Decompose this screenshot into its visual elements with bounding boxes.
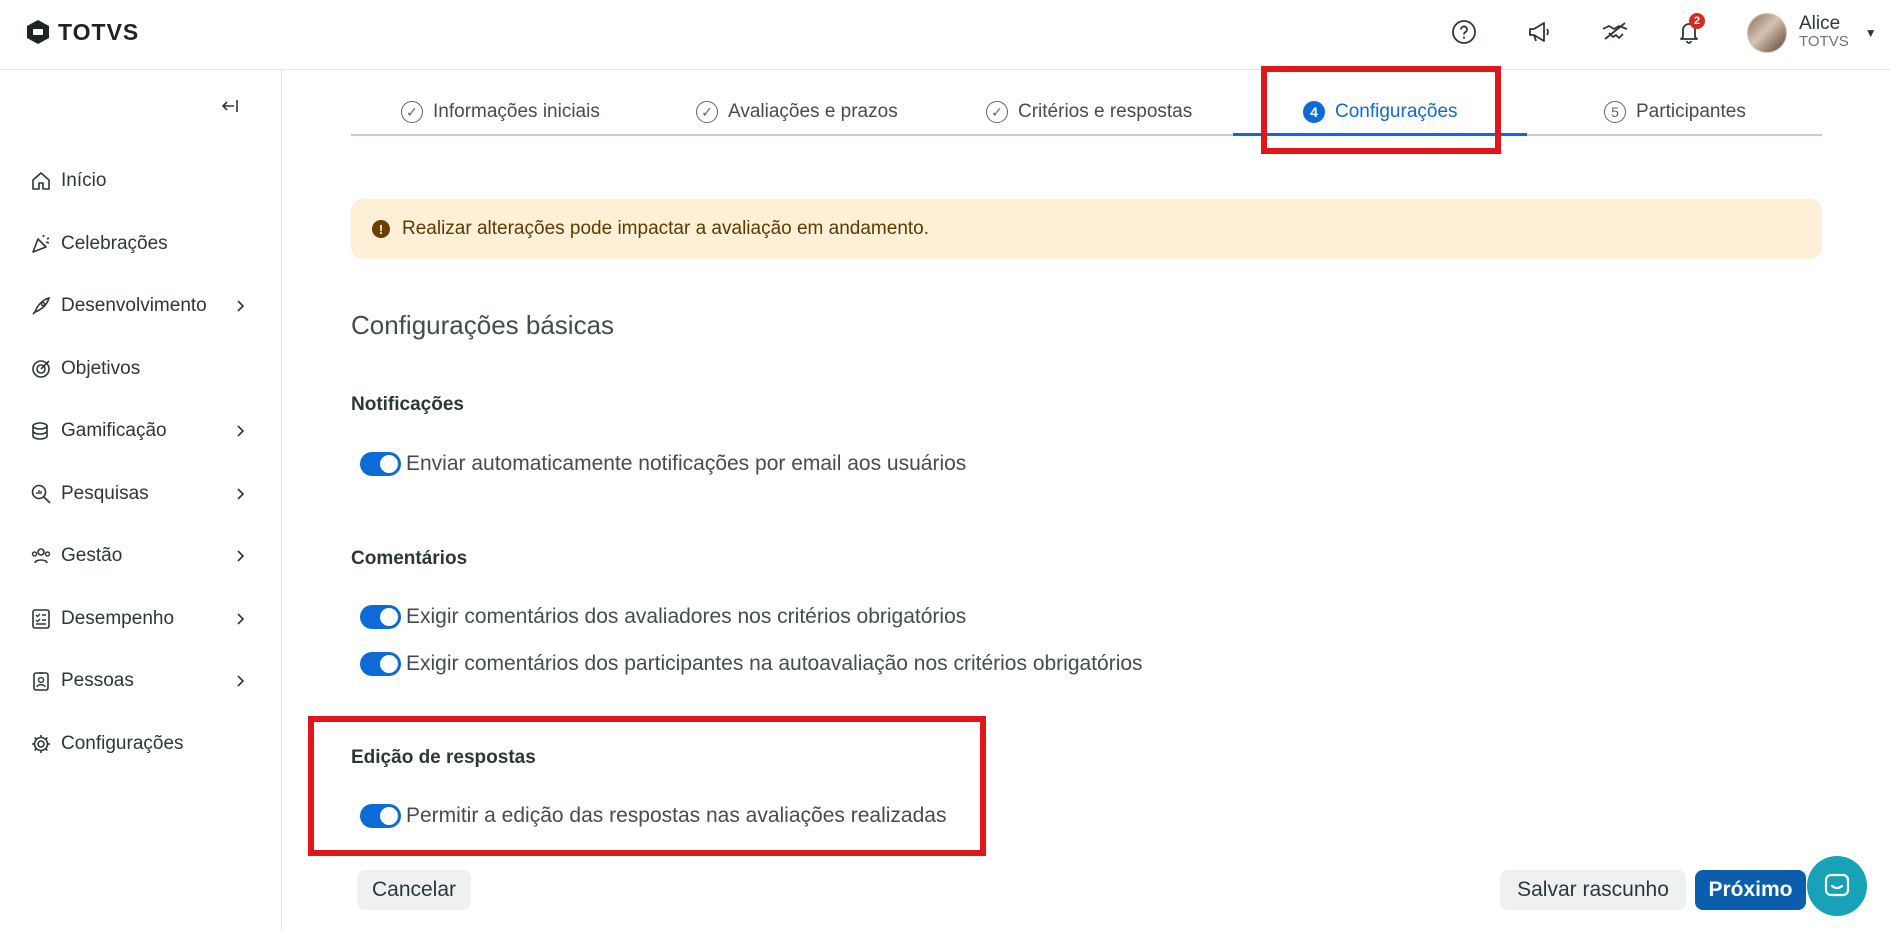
sidebar-item-configuracoes[interactable]: Configurações: [0, 713, 282, 776]
gear-icon: [30, 733, 52, 755]
chevron-right-icon[interactable]: [233, 299, 247, 313]
sidebar-item-gamificacao[interactable]: Gamificação: [0, 400, 282, 463]
sidebar-item-pessoas[interactable]: Pessoas: [0, 650, 282, 713]
user-org: TOTVS: [1799, 33, 1849, 50]
sidebar-item-label: Objetivos: [61, 357, 141, 379]
megaphone-icon[interactable]: [1523, 16, 1555, 48]
check-icon: ✓: [986, 101, 1008, 123]
toggle-email-notifications[interactable]: Enviar automaticamente notificações por …: [360, 452, 966, 476]
sidebar-item-label: Início: [61, 170, 107, 192]
sidebar-item-label: Configurações: [61, 732, 184, 754]
sidebar-item-label: Pessoas: [61, 670, 134, 692]
sidebar-nav: Início Celebrações Desenvolvimento Objetivo…: [0, 150, 282, 775]
step-criterios-e-respostas[interactable]: ✓ Critérios e respostas: [986, 88, 1192, 136]
sidebar-item-objetivos[interactable]: Objetivos: [0, 338, 282, 401]
toggle-label: Exigir comentários dos participantes na …: [406, 652, 1143, 675]
sidebar-item-desempenho[interactable]: Desempenho: [0, 588, 282, 651]
sidebar-item-label: Desempenho: [61, 607, 175, 629]
toggle-evaluator-comments[interactable]: Exigir comentários dos avaliadores nos c…: [360, 605, 966, 629]
coins-icon: [30, 420, 52, 442]
sidebar-item-label: Celebrações: [61, 232, 168, 254]
step-label: Informações iniciais: [433, 101, 600, 122]
toggle-label: Enviar automaticamente notificações por …: [406, 452, 967, 475]
totvs-logo-icon: [27, 20, 49, 44]
sidebar-item-pesquisas[interactable]: Pesquisas: [0, 463, 282, 526]
section-title: Configurações básicas: [351, 310, 615, 340]
group-title-notificacoes: Notificações: [351, 394, 464, 415]
cancel-button[interactable]: Cancelar: [357, 870, 471, 910]
group-title-edicao-respostas: Edição de respostas: [351, 747, 536, 768]
sidebar-item-gestao[interactable]: Gestão: [0, 525, 282, 588]
warning-alert: ! Realizar alterações pode impactar a av…: [351, 199, 1822, 259]
chevron-right-icon[interactable]: [233, 674, 247, 688]
target-icon: [30, 358, 52, 380]
user-name: Alice: [1799, 13, 1841, 34]
collapse-sidebar-icon[interactable]: [218, 94, 242, 118]
step-label: Critérios e respostas: [1018, 101, 1193, 122]
logo-text: TOTVS: [58, 18, 140, 45]
chevron-right-icon[interactable]: [233, 424, 247, 438]
search-chart-icon: [30, 483, 52, 505]
chat-icon: [1824, 873, 1850, 897]
chat-launcher[interactable]: [1807, 856, 1867, 916]
rocket-icon: [30, 295, 52, 317]
user-menu[interactable]: Alice TOTVS ▼: [1747, 13, 1877, 53]
step-label: Configurações: [1335, 101, 1458, 122]
badge-icon: [30, 670, 52, 692]
bell-icon[interactable]: 2: [1673, 13, 1705, 48]
toggle-participant-comments[interactable]: Exigir comentários dos participantes na …: [360, 652, 1143, 676]
avatar: [1747, 13, 1787, 53]
caret-down-icon: ▼: [1864, 26, 1877, 40]
check-icon: ✓: [696, 101, 718, 123]
save-draft-button[interactable]: Salvar rascunho: [1500, 870, 1686, 910]
toggle-switch[interactable]: [360, 605, 401, 629]
exclamation-icon: !: [372, 220, 390, 238]
step-configuracoes[interactable]: 4 Configurações: [1303, 88, 1458, 136]
home-icon: [30, 170, 52, 192]
sidebar-item-label: Gestão: [61, 545, 123, 567]
people-icon: [30, 545, 52, 567]
check-icon: ✓: [401, 101, 423, 123]
toggle-switch[interactable]: [360, 652, 401, 676]
sidebar-item-label: Pesquisas: [61, 482, 149, 504]
step-label: Participantes: [1636, 101, 1746, 122]
sidebar-item-celebracoes[interactable]: Celebrações: [0, 213, 282, 276]
step-label: Avaliações e prazos: [728, 101, 898, 122]
notification-badge: 2: [1689, 13, 1705, 29]
step-avaliacoes-e-prazos[interactable]: ✓ Avaliações e prazos: [696, 88, 898, 136]
toggle-switch[interactable]: [360, 804, 401, 828]
step-number: 4: [1303, 101, 1325, 123]
party-icon: [30, 233, 52, 255]
sidebar: Início Celebrações Desenvolvimento Objetivo…: [0, 70, 282, 931]
step-informacoes-iniciais[interactable]: ✓ Informações iniciais: [401, 88, 600, 136]
chevron-right-icon[interactable]: [233, 549, 247, 563]
totvs-logo[interactable]: TOTVS: [24, 18, 139, 46]
sidebar-item-label: Gamificação: [61, 420, 167, 442]
sidebar-item-inicio[interactable]: Início: [0, 150, 282, 213]
step-participantes[interactable]: 5 Participantes: [1604, 88, 1746, 136]
chevron-right-icon[interactable]: [233, 612, 247, 626]
alert-text: Realizar alterações pode impactar a aval…: [402, 218, 930, 239]
stepper: ✓ Informações iniciais ✓ Avaliações e pr…: [351, 88, 1822, 136]
next-button[interactable]: Próximo: [1695, 870, 1806, 910]
sidebar-item-label: Desenvolvimento: [61, 295, 207, 317]
toggle-label: Permitir a edição das respostas nas aval…: [406, 804, 947, 827]
top-header: TOTVS 2 Alice TOTVS ▼: [0, 0, 1890, 70]
toggle-label: Exigir comentários dos avaliadores nos c…: [406, 605, 967, 628]
handshake-icon[interactable]: [1599, 16, 1631, 48]
step-number: 5: [1604, 101, 1626, 123]
toggle-switch[interactable]: [360, 452, 401, 476]
toggle-allow-answer-editing[interactable]: Permitir a edição das respostas nas aval…: [360, 804, 946, 828]
active-step-indicator: [1233, 133, 1527, 136]
help-icon[interactable]: [1448, 16, 1480, 48]
sidebar-item-desenvolvimento[interactable]: Desenvolvimento: [0, 275, 282, 338]
chevron-right-icon[interactable]: [233, 487, 247, 501]
group-title-comentarios: Comentários: [351, 548, 468, 569]
checklist-icon: [30, 608, 52, 630]
